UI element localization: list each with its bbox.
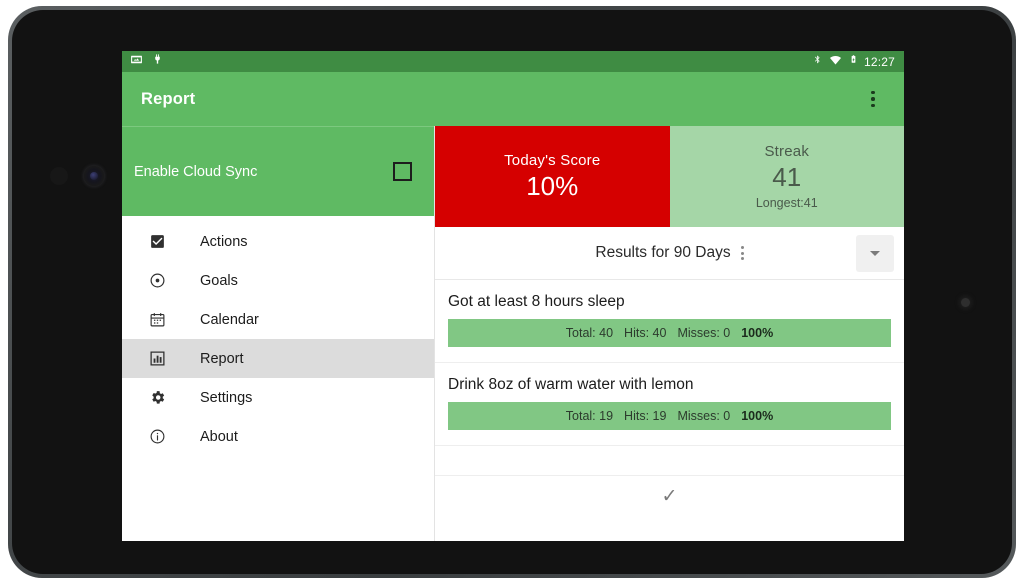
sidebar-item-about[interactable]: About xyxy=(122,417,434,456)
light-sensor xyxy=(50,167,68,185)
results-header: Results for 90 Days xyxy=(435,227,904,280)
streak-card[interactable]: Streak 41 Longest:41 xyxy=(669,126,904,227)
habit-name: Drink 8oz of warm water with lemon xyxy=(448,376,694,393)
habit-hits: Hits: 40 xyxy=(624,326,667,340)
sidebar-item-label: Goals xyxy=(200,272,238,289)
calendar-icon xyxy=(146,309,168,331)
todays-score-card[interactable]: Today's Score 10% xyxy=(435,126,670,227)
score-cards: Today's Score 10% Streak 41 Longest:41 xyxy=(435,126,904,227)
enable-cloud-sync-label: Enable Cloud Sync xyxy=(134,163,258,180)
habit-total: Total: 40 xyxy=(565,326,614,340)
habit-row[interactable]: Drink 8oz of warm water with lemon Total… xyxy=(435,363,904,446)
bar-chart-icon xyxy=(146,348,168,370)
habit-stats-bar: Total: 19 Hits: 19 Misses: 0 100% xyxy=(448,402,891,430)
sidebar-item-label: Actions xyxy=(200,233,248,250)
streak-longest: Longest:41 xyxy=(755,196,818,210)
sidebar-item-label: Settings xyxy=(200,389,253,406)
dot xyxy=(740,251,744,255)
tablet-screen: 12:27 Report Enable Cloud Sync Actions G… xyxy=(122,51,904,541)
app-body: Enable Cloud Sync Actions Goals Calendar… xyxy=(122,126,904,541)
dot xyxy=(871,90,875,95)
wifi-icon xyxy=(828,53,843,71)
habit-percent: 100% xyxy=(741,409,774,423)
dot xyxy=(740,246,744,249)
habit-row-check[interactable]: ✓ xyxy=(435,476,904,516)
sidebar-item-report[interactable]: Report xyxy=(122,339,434,378)
dot xyxy=(740,257,744,260)
habit-results-list: Got at least 8 hours sleep Total: 40 Hit… xyxy=(435,280,904,541)
sidebar-item-label: Report xyxy=(200,350,244,367)
sidebar-item-actions[interactable]: Actions xyxy=(122,222,434,261)
dot xyxy=(871,97,875,101)
habit-total: Total: 19 xyxy=(565,409,614,423)
enable-cloud-sync-row[interactable]: Enable Cloud Sync xyxy=(122,126,434,216)
front-camera-lens xyxy=(84,166,104,186)
habit-row[interactable]: Got at least 8 hours sleep Total: 40 Hit… xyxy=(435,280,904,363)
app-bar: Report xyxy=(122,72,904,126)
results-title: Results for 90 Days xyxy=(595,244,731,261)
sidebar-item-goals[interactable]: Goals xyxy=(122,261,434,300)
chevron-down-icon xyxy=(870,251,880,256)
todays-score-value: 10% xyxy=(526,170,579,201)
info-icon xyxy=(146,426,168,448)
battery-charging-icon xyxy=(849,52,858,71)
enable-cloud-sync-checkbox[interactable] xyxy=(393,162,412,181)
usb-plug-icon xyxy=(152,52,163,71)
status-bar-right-icons: 12:27 xyxy=(813,52,895,71)
bluetooth-icon xyxy=(813,53,822,71)
navigation-drawer: Enable Cloud Sync Actions Goals Calendar… xyxy=(122,126,434,541)
sidebar-item-label: Calendar xyxy=(200,311,259,328)
report-content-panel: Today's Score 10% Streak 41 Longest:41 R… xyxy=(434,126,904,541)
habit-hits: Hits: 19 xyxy=(624,409,667,423)
right-sensor-dot xyxy=(961,298,970,307)
sidebar-nav-list: Actions Goals Calendar Report Settings A… xyxy=(122,216,434,541)
habit-name: Got at least 8 hours sleep xyxy=(448,293,625,310)
android-status-bar: 12:27 xyxy=(122,51,904,72)
checkbox-checked-icon xyxy=(146,231,168,253)
screenshot-icon xyxy=(130,53,143,71)
habit-misses: Misses: 0 xyxy=(677,326,731,340)
results-overflow-menu-icon[interactable] xyxy=(740,246,744,260)
status-bar-left-icons xyxy=(130,52,163,71)
todays-score-title: Today's Score xyxy=(504,151,601,169)
status-bar-clock: 12:27 xyxy=(863,54,895,69)
streak-value: 41 xyxy=(772,162,802,192)
streak-title: Streak xyxy=(764,143,810,160)
page-title: Report xyxy=(141,89,196,108)
habit-row-partial[interactable] xyxy=(435,446,904,476)
habit-stats-bar: Total: 40 Hits: 40 Misses: 0 100% xyxy=(448,319,891,347)
sidebar-item-label: About xyxy=(200,428,238,445)
period-dropdown-button[interactable] xyxy=(856,235,894,272)
habit-misses: Misses: 0 xyxy=(677,409,731,423)
sidebar-item-calendar[interactable]: Calendar xyxy=(122,300,434,339)
overflow-menu-icon[interactable] xyxy=(856,79,890,119)
target-icon xyxy=(146,270,168,292)
gear-icon xyxy=(146,387,168,409)
check-icon: ✓ xyxy=(661,485,678,507)
sidebar-item-settings[interactable]: Settings xyxy=(122,378,434,417)
dot xyxy=(871,103,875,108)
habit-percent: 100% xyxy=(741,326,774,340)
tablet-device-frame: 12:27 Report Enable Cloud Sync Actions G… xyxy=(8,6,1016,578)
device-bezel: 12:27 Report Enable Cloud Sync Actions G… xyxy=(12,10,1012,574)
